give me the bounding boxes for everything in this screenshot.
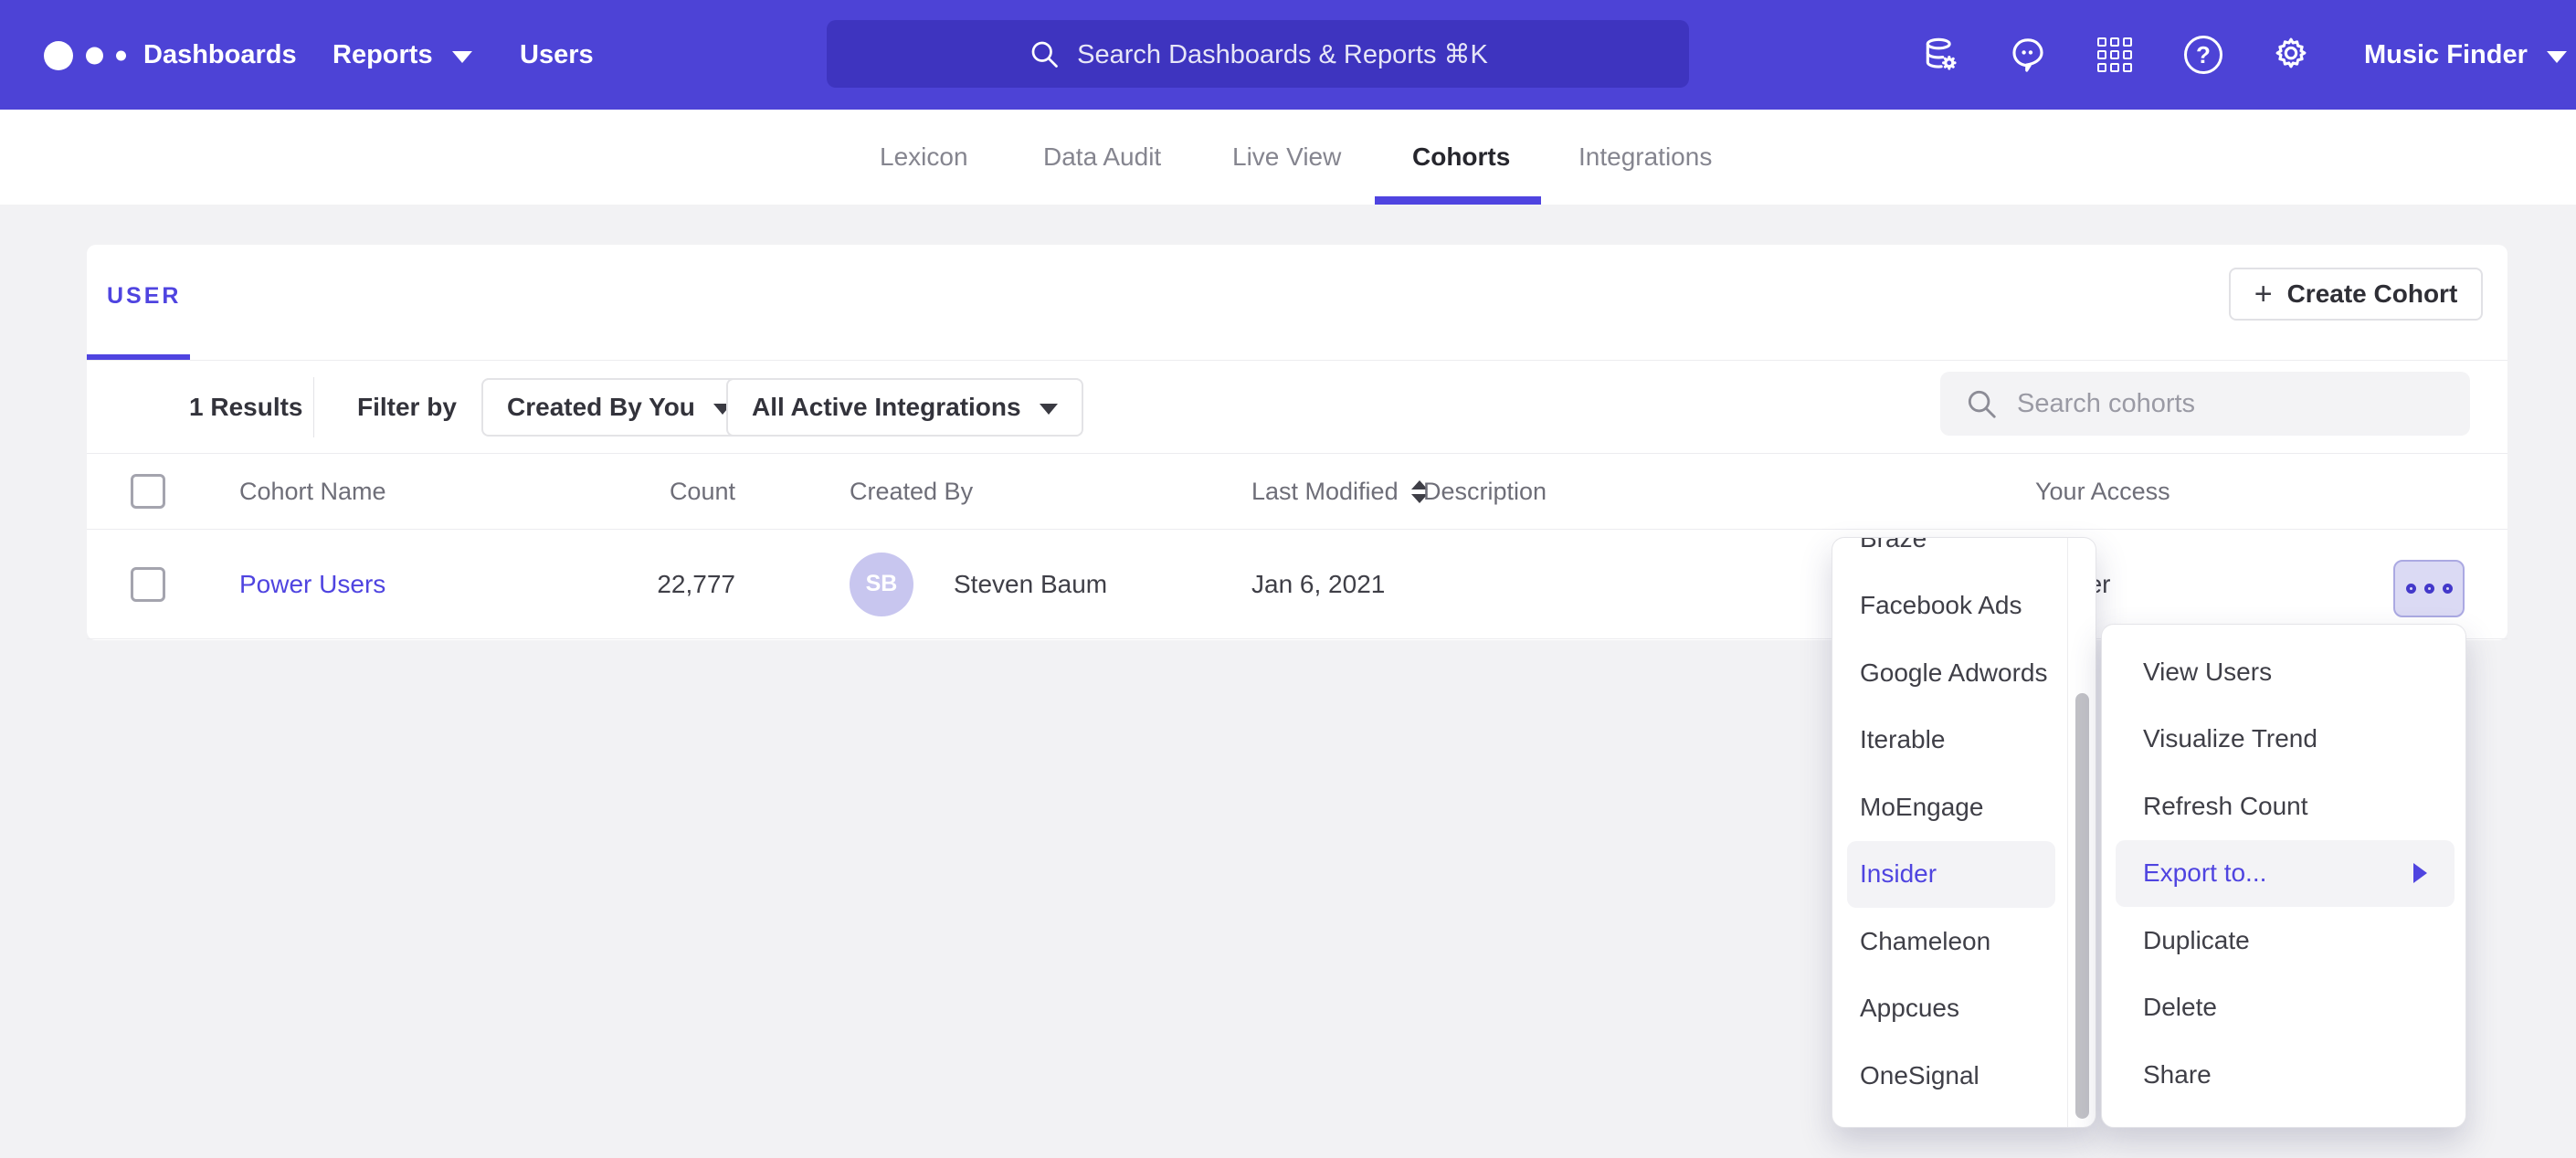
settings-gear-icon[interactable]: [2271, 35, 2311, 75]
menu-item-view-users[interactable]: View Users: [2102, 638, 2465, 706]
tab-user[interactable]: USER: [107, 283, 181, 310]
header-your-access[interactable]: Your Access: [2035, 454, 2170, 529]
export-integrations-menu: Braze Facebook Ads Google Adwords Iterab…: [1832, 537, 2096, 1128]
menu-item-facebook-ads[interactable]: Facebook Ads: [1832, 573, 2096, 640]
row-more-actions-button[interactable]: [2393, 560, 2465, 617]
top-navbar: Dashboards Reports Users Search Dashboar…: [0, 0, 2576, 110]
menu-item-insider[interactable]: Insider: [1847, 841, 2055, 909]
nav-dashboards[interactable]: Dashboards: [143, 0, 297, 110]
cohorts-card: USER + Create Cohort 1 Results Filter by…: [87, 245, 2507, 640]
search-icon: [1028, 37, 1061, 70]
menu-item-export-to[interactable]: Export to...: [2116, 840, 2455, 908]
integrations-filter-dropdown[interactable]: All Active Integrations: [726, 378, 1083, 437]
filter-by-label: Filter by: [357, 361, 457, 454]
cohort-search-placeholder: Search cohorts: [2017, 389, 2195, 419]
cohorts-page: Dashboards Reports Users Search Dashboar…: [0, 0, 2576, 1158]
cohort-count: 22,777: [544, 530, 735, 638]
global-search-placeholder: Search Dashboards & Reports ⌘K: [1077, 38, 1488, 70]
nav-reports[interactable]: Reports: [333, 0, 472, 110]
cohort-search-input[interactable]: Search cohorts: [1940, 372, 2470, 436]
tab-lexicon[interactable]: Lexicon: [880, 110, 968, 205]
created-by-name: Steven Baum: [954, 570, 1107, 599]
nav-users[interactable]: Users: [520, 0, 594, 110]
header-cohort-name[interactable]: Cohort Name: [239, 454, 386, 529]
row-checkbox[interactable]: [131, 567, 165, 602]
menu-item-onesignal[interactable]: OneSignal: [1832, 1042, 2096, 1110]
menu-item-visualize-trend[interactable]: Visualize Trend: [2102, 706, 2465, 774]
menu-item-share[interactable]: Share: [2102, 1041, 2465, 1109]
last-modified-date: Jan 6, 2021: [1251, 530, 1385, 638]
table-header-row: Cohort Name Count Created By Last Modifi…: [87, 454, 2507, 530]
menu-item-braze[interactable]: Braze: [1832, 537, 2096, 573]
table-row: Power Users 22,777 SB Steven Baum Jan 6,…: [87, 530, 2507, 639]
row-actions-menu: View Users Visualize Trend Refresh Count…: [2101, 624, 2466, 1128]
menu-item-iterable[interactable]: Iterable: [1832, 707, 2096, 774]
menu-item-chameleon[interactable]: Chameleon: [1832, 908, 2096, 975]
menu-item-google-adwords[interactable]: Google Adwords: [1832, 639, 2096, 707]
header-count[interactable]: Count: [544, 454, 735, 529]
plus-icon: +: [2254, 277, 2273, 312]
help-icon[interactable]: ?: [2183, 35, 2223, 75]
filter-bar: 1 Results Filter by Created By You All A…: [87, 361, 2507, 454]
submenu-arrow-icon: [2413, 863, 2427, 883]
chevron-down-icon: [2547, 51, 2567, 63]
project-switcher[interactable]: Music Finder: [2364, 0, 2567, 110]
menu-scrollbar[interactable]: [2075, 693, 2089, 1119]
search-icon: [1964, 386, 1999, 421]
tab-cohorts[interactable]: Cohorts: [1412, 110, 1510, 205]
mixpanel-logo-icon[interactable]: [44, 40, 144, 71]
cohort-name-link[interactable]: Power Users: [239, 570, 385, 599]
global-search-input[interactable]: Search Dashboards & Reports ⌘K: [827, 20, 1689, 88]
header-created-by[interactable]: Created By: [850, 454, 973, 529]
select-all-checkbox[interactable]: [131, 474, 165, 509]
create-cohort-button[interactable]: + Create Cohort: [2229, 268, 2483, 321]
tab-integrations[interactable]: Integrations: [1578, 110, 1712, 205]
results-count: 1 Results: [189, 361, 303, 454]
active-tab-underline: [1375, 196, 1541, 205]
chevron-down-icon: [452, 51, 472, 63]
tab-data-audit[interactable]: Data Audit: [1043, 110, 1161, 205]
created-by-filter-dropdown[interactable]: Created By You: [481, 378, 757, 437]
header-last-modified[interactable]: Last Modified: [1251, 454, 1428, 529]
app-grid-icon[interactable]: [2095, 35, 2135, 75]
menu-item-moengage[interactable]: MoEngage: [1832, 774, 2096, 841]
support-chat-icon[interactable]: [2008, 35, 2048, 75]
data-management-subnav: Lexicon Data Audit Live View Cohorts Int…: [0, 110, 2576, 205]
menu-item-delete[interactable]: Delete: [2102, 974, 2465, 1042]
tab-live-view[interactable]: Live View: [1232, 110, 1341, 205]
menu-item-refresh-count[interactable]: Refresh Count: [2102, 773, 2465, 840]
chevron-down-icon: [1040, 404, 1058, 415]
avatar: SB: [850, 553, 913, 616]
menu-item-appcues[interactable]: Appcues: [1832, 975, 2096, 1043]
data-management-icon[interactable]: [1921, 35, 1961, 75]
menu-item-duplicate[interactable]: Duplicate: [2102, 907, 2465, 974]
header-description[interactable]: Description: [1423, 454, 1547, 529]
